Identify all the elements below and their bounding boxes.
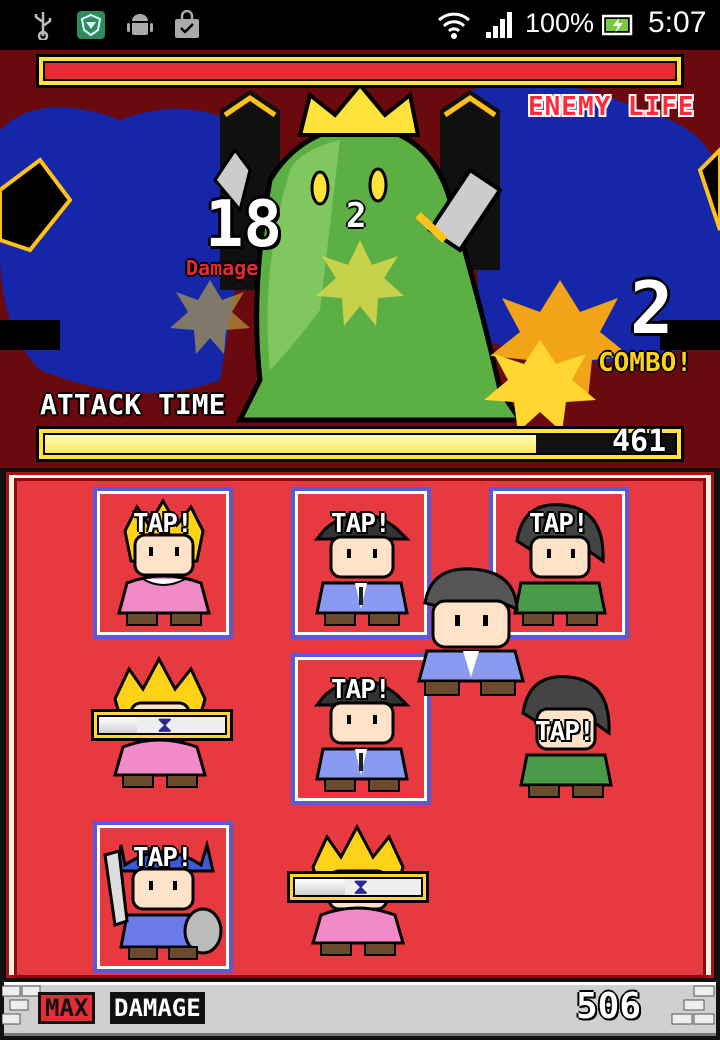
party-slot-7[interactable]: TAP! [93, 821, 233, 973]
combo-number: 2 [630, 266, 674, 350]
attack-time-value: 461 [612, 424, 667, 459]
max-label: MAX [38, 992, 96, 1024]
attack-time-bar [36, 426, 684, 462]
cooldown-fill [99, 717, 137, 733]
tap-label: TAP! [331, 675, 391, 705]
cooldown-fill [295, 879, 346, 895]
party-slot-4[interactable]: ⧗ [91, 653, 233, 805]
damage-number: 18 [205, 188, 283, 262]
cooldown-bar: ⧗ [287, 871, 429, 903]
battery-charging-icon [602, 14, 633, 36]
usb-icon [34, 12, 52, 40]
damage-label: Damage [186, 256, 259, 280]
party-slot-8[interactable]: ⧗ [287, 821, 431, 973]
party-slot-1[interactable]: TAP! [93, 487, 233, 639]
max-damage-value: 506 [576, 986, 642, 1027]
hit-number: 2 [346, 196, 367, 236]
hourglass-icon: ⧗ [353, 875, 369, 900]
clock: 5:07 [648, 6, 707, 39]
signal-icon [486, 12, 512, 38]
tap-label: TAP! [331, 509, 391, 539]
shopping-bag-icon [175, 10, 199, 38]
battle-scene[interactable]: ENEMY LIFE 18 Damage 2 2 COMBO! ATTACK T… [0, 50, 720, 468]
bottom-bar: MAX DAMAGE 506 [0, 978, 720, 1040]
enemy-life-label: ENEMY LIFE [528, 92, 695, 122]
hourglass-icon: ⧗ [157, 713, 173, 738]
party-slot-5[interactable]: TAP! [291, 653, 431, 805]
attack-time-label: ATTACK TIME [40, 388, 226, 421]
enemy-life-bar [36, 54, 684, 88]
party-slot-2[interactable]: TAP! [291, 487, 431, 639]
brick-decoration-icon [2, 985, 41, 1025]
party-field: TAP! TAP! TAP! ⧗ TAP! TAP! TAP! ⧗ [14, 478, 706, 978]
brick-decoration-icon [671, 985, 715, 1025]
party-panel: TAP! TAP! TAP! ⧗ TAP! TAP! TAP! ⧗ [0, 468, 720, 978]
shield-app-icon [77, 11, 105, 39]
enemy-life-fill [45, 63, 675, 79]
tap-label: TAP! [529, 509, 589, 539]
tap-label: TAP! [133, 509, 193, 539]
battery-percent: 100% [525, 8, 595, 38]
attacking-hero-sprite [417, 567, 525, 696]
wifi-icon [437, 12, 471, 39]
android-icon [127, 14, 153, 35]
status-bar: 100% 5:07 [0, 0, 720, 50]
damage-label: DAMAGE [110, 992, 205, 1024]
tap-label: TAP! [535, 717, 595, 747]
cooldown-bar: ⧗ [91, 709, 233, 741]
combo-label: COMBO! [598, 348, 692, 378]
tap-label: TAP! [133, 843, 193, 873]
attack-time-fill [45, 435, 537, 453]
